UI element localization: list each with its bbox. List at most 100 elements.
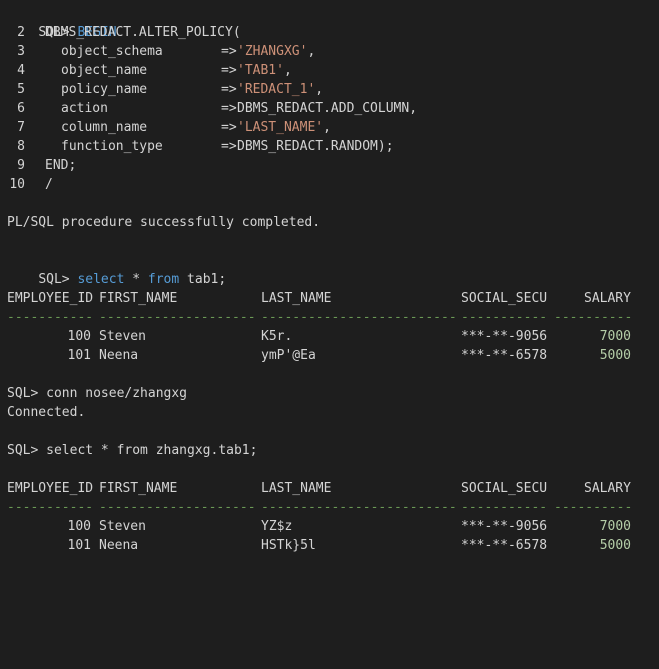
cell-employee-id: 101	[67, 538, 91, 553]
param-suffix: ,	[283, 63, 292, 78]
param-name: policy_name	[61, 82, 148, 97]
code-line-8: 8 function_type => DBMS_REDACT.RANDOM);	[7, 137, 393, 156]
end-keyword: END;	[45, 158, 77, 173]
param-name: action	[61, 101, 108, 116]
cell-last-name: YZ$z	[261, 519, 293, 534]
line-number: 3	[17, 44, 25, 59]
query-line-1: SQL> select * from tab1;	[7, 251, 226, 287]
separator: --------------------	[99, 310, 256, 325]
code-line-6: 6 action => DBMS_REDACT.ADD_COLUMN,	[7, 99, 417, 118]
cell-social-secu: ***-**-6578	[461, 348, 548, 363]
block-terminator: /	[45, 177, 53, 192]
separator: -------------------------	[261, 310, 457, 325]
cell-employee-id: 100	[67, 519, 91, 534]
param-arrow: =>	[221, 82, 237, 97]
param-name: object_schema	[61, 44, 163, 59]
connected-message: Connected.	[7, 405, 86, 420]
param-arrow: =>	[221, 120, 237, 135]
col-header-social-secu: SOCIAL_SECU	[461, 291, 548, 306]
cell-employee-id: 100	[67, 329, 91, 344]
line-number: 9	[17, 158, 25, 173]
select-keyword: select	[77, 272, 125, 287]
param-suffix: ,	[323, 120, 331, 135]
cell-last-name: K5r.	[261, 329, 293, 344]
param-name: column_name	[61, 120, 148, 135]
separator: ----------	[554, 310, 633, 325]
table-row: 100 Steven YZ$z ***-**-9056 7000	[7, 517, 631, 536]
col-header-last-name: LAST_NAME	[261, 291, 332, 306]
code-line-5: 5 policy_name => 'REDACT_1',	[7, 80, 323, 99]
cell-social-secu: ***-**-9056	[461, 519, 548, 534]
sql-prompt: SQL>	[38, 272, 70, 287]
col-header-employee-id: EMPLOYEE_ID	[7, 481, 94, 496]
code-line-7: 7 column_name => 'LAST_NAME',	[7, 118, 331, 137]
param-suffix: ,	[409, 101, 418, 116]
param-suffix: ,	[307, 44, 316, 59]
result-header-1: EMPLOYEE_ID FIRST_NAME LAST_NAME SOCIAL_…	[7, 289, 631, 308]
param-arrow: =>	[221, 101, 237, 116]
cell-salary: 7000	[599, 519, 631, 534]
separator-row-2: ----------- -------------------- -------…	[7, 498, 632, 517]
separator: ----------	[554, 500, 633, 515]
procedure-call: DBMS_REDACT.ALTER_POLICY(	[45, 25, 241, 40]
cell-first-name: Steven	[99, 519, 146, 534]
table-row: 100 Steven K5r. ***-**-9056 7000	[7, 327, 631, 346]
line-number: 7	[17, 120, 25, 135]
query-line-2: SQL> select * from zhangxg.tab1;	[7, 443, 258, 458]
terminal-window[interactable]: SQL> BEGIN 2 DBMS_REDACT.ALTER_POLICY( 3…	[0, 0, 659, 561]
code-line-2: 2 DBMS_REDACT.ALTER_POLICY(	[7, 23, 241, 42]
param-suffix: ,	[315, 82, 324, 97]
code-line-4: 4 object_name => 'TAB1',	[7, 61, 292, 80]
cell-salary: 5000	[599, 538, 631, 553]
cell-employee-id: 101	[67, 348, 91, 363]
cell-first-name: Neena	[99, 348, 139, 363]
line-number: 10	[9, 177, 25, 192]
param-value: 'ZHANGXG'	[237, 44, 308, 59]
separator: -----------	[7, 310, 94, 325]
line-number: 4	[17, 63, 25, 78]
cell-last-name: HSTk}5l	[261, 538, 316, 553]
from-keyword: from	[147, 272, 180, 287]
col-header-first-name: FIRST_NAME	[99, 291, 178, 306]
col-header-employee-id: EMPLOYEE_ID	[7, 291, 94, 306]
param-value: DBMS_REDACT.RANDOM	[237, 139, 378, 154]
line-number: 2	[17, 25, 25, 40]
code-line-10: 10 /	[7, 175, 52, 194]
code-line-3: 3 object_schema => 'ZHANGXG',	[7, 42, 315, 61]
col-header-salary: SALARY	[584, 481, 631, 496]
line-number: 6	[17, 101, 25, 116]
cell-social-secu: ***-**-9056	[461, 329, 548, 344]
col-header-last-name: LAST_NAME	[261, 481, 332, 496]
param-name: object_name	[61, 63, 148, 78]
param-arrow: =>	[221, 63, 237, 78]
cell-social-secu: ***-**-6578	[461, 538, 548, 553]
line-number: 8	[17, 139, 25, 154]
separator: -----------	[461, 310, 548, 325]
col-header-salary: SALARY	[584, 291, 631, 306]
separator: -----------	[461, 500, 548, 515]
cell-salary: 7000	[599, 329, 631, 344]
separator: -----------	[7, 500, 94, 515]
table-name: tab1;	[187, 272, 227, 287]
begin-line: SQL> BEGIN	[7, 4, 116, 40]
separator: --------------------	[99, 500, 256, 515]
completion-message: PL/SQL procedure successfully completed.	[7, 215, 321, 230]
code-line-9: 9 END;	[7, 156, 76, 175]
line-number: 5	[17, 82, 25, 97]
star: *	[132, 272, 141, 287]
conn-command: SQL> conn nosee/zhangxg	[7, 386, 188, 401]
param-value: DBMS_REDACT.ADD_COLUMN	[237, 101, 410, 116]
cell-first-name: Neena	[99, 538, 139, 553]
param-suffix: );	[377, 139, 394, 154]
cell-first-name: Steven	[99, 329, 146, 344]
separator: -------------------------	[261, 500, 457, 515]
col-header-first-name: FIRST_NAME	[99, 481, 178, 496]
param-arrow: =>	[221, 44, 237, 59]
separator-row-1: ----------- -------------------- -------…	[7, 308, 632, 327]
param-value: 'TAB1'	[237, 63, 284, 78]
cell-last-name: ymP'@Ea	[261, 348, 316, 363]
col-header-social-secu: SOCIAL_SECU	[461, 481, 548, 496]
param-name: function_type	[61, 139, 163, 154]
param-value: 'REDACT_1'	[237, 82, 316, 97]
table-row: 101 Neena ymP'@Ea ***-**-6578 5000	[7, 346, 631, 365]
